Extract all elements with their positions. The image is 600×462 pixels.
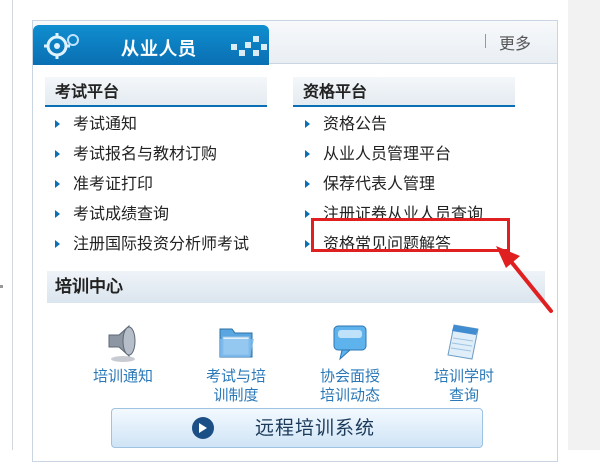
bullet-arrow-icon (305, 120, 310, 128)
training-hours-query[interactable]: 培训学时 查询 (419, 321, 509, 405)
exam-training-rules[interactable]: 考试与培 训制度 (191, 321, 281, 405)
bullet-arrow-icon (305, 240, 310, 248)
training-center-title: 培训中心 (55, 277, 123, 297)
left-panel-edge (0, 0, 13, 450)
list-item[interactable]: 注册国际投资分析师考试 (45, 229, 295, 259)
decorative-blocks-icon (231, 36, 267, 58)
association-training-news[interactable]: 协会面授 培训动态 (305, 321, 395, 405)
highlight-annotation-box (311, 218, 510, 252)
bullet-arrow-icon (305, 210, 310, 218)
practitioner-panel: 从业人员 更多 考试平台 考试通知 考试报名与教材订购 准考证打印 考试成绩查询… (32, 20, 558, 462)
heading-underline (293, 105, 515, 107)
list-item[interactable]: 保荐代表人管理 (295, 169, 525, 199)
list-item[interactable]: 考试成绩查询 (45, 199, 295, 229)
play-icon (192, 417, 214, 439)
list-item[interactable]: 准考证打印 (45, 169, 295, 199)
chat-bubble-icon (333, 325, 367, 361)
bullet-arrow-icon (305, 180, 310, 188)
remote-training-button[interactable]: 远程培训系统 (111, 408, 483, 448)
bullet-arrow-icon (55, 150, 60, 158)
speaker-icon (108, 324, 136, 362)
list-item[interactable]: 考试通知 (45, 109, 295, 139)
panel-header: 从业人员 更多 (33, 21, 557, 65)
bullet-arrow-icon (55, 180, 60, 188)
list-item[interactable]: 考试报名与教材订购 (45, 139, 295, 169)
list-item[interactable]: 从业人员管理平台 (295, 139, 525, 169)
bullet-arrow-icon (305, 150, 310, 158)
left-marker (0, 285, 3, 288)
exam-platform-heading: 考试平台 (45, 77, 267, 107)
qualification-platform-title: 资格平台 (303, 82, 368, 101)
tab-practitioners[interactable]: 从业人员 (33, 25, 269, 65)
bullet-arrow-icon (55, 210, 60, 218)
training-notice[interactable]: 培训通知 (78, 321, 168, 386)
bullet-arrow-icon (55, 120, 60, 128)
training-center-heading: 培训中心 (47, 271, 545, 303)
exam-platform-title: 考试平台 (55, 82, 120, 101)
more-separator (485, 34, 486, 48)
more-link[interactable]: 更多 (499, 30, 531, 54)
bullet-arrow-icon (55, 240, 60, 248)
qualification-platform-heading: 资格平台 (293, 77, 515, 107)
heading-underline (45, 105, 267, 107)
right-gutter (568, 0, 600, 450)
tab-title: 从业人员 (121, 39, 197, 60)
exam-platform-list: 考试通知 考试报名与教材订购 准考证打印 考试成绩查询 注册国际投资分析师考试 (45, 109, 295, 259)
notepad-icon (447, 324, 479, 360)
folder-icon (219, 328, 254, 358)
gear-icon (44, 33, 79, 59)
list-item[interactable]: 资格公告 (295, 109, 525, 139)
